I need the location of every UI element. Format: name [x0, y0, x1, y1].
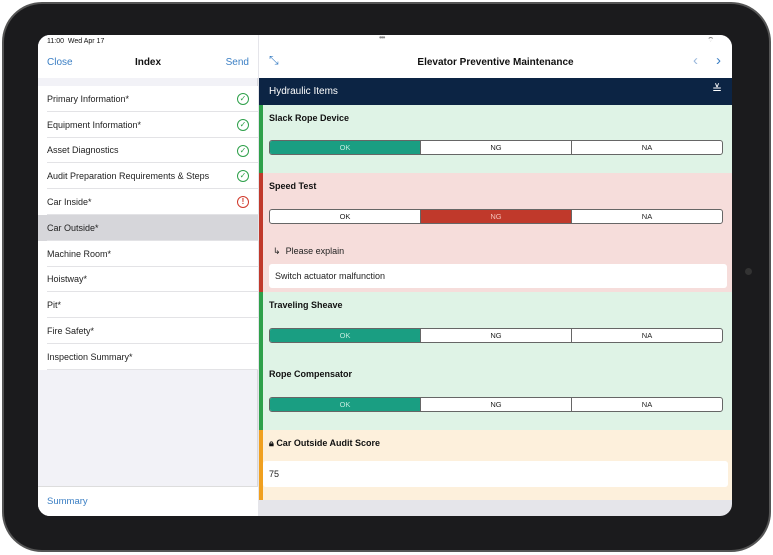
main-pane: ⌔ ••• ⤡ Elevator Preventive Maintenance … — [259, 35, 732, 516]
next-icon[interactable]: › — [716, 52, 721, 69]
sidebar-header: 11:00 Wed Apr 17 Close Index Send — [38, 35, 258, 78]
sidebar-item[interactable]: Inspection Summary* — [38, 344, 258, 370]
sidebar-item-label: Pit* — [47, 300, 62, 311]
sidebar-item-label: Primary Information* — [47, 93, 130, 104]
previous-icon[interactable]: ‹ — [693, 52, 698, 69]
explain-label: Please explain — [285, 246, 345, 256]
sidebar-item-label: Audit Preparation Requirements & Steps — [47, 171, 210, 182]
option-ng[interactable]: NG — [420, 210, 571, 223]
score-title: 🔒︎ Car Outside Audit Score — [269, 438, 380, 449]
item-rope-compensator: Rope Compensator OK NG NA — [259, 361, 732, 430]
send-button[interactable]: Send — [226, 57, 249, 68]
audit-score-section: 🔒︎ Car Outside Audit Score 75 — [259, 430, 732, 500]
explain-input[interactable]: Switch actuator malfunction — [269, 264, 727, 288]
reply-arrow-icon: ↳ — [273, 246, 281, 256]
sidebar-item[interactable]: Audit Preparation Requirements & Steps ✓ — [38, 163, 258, 189]
option-na[interactable]: NA — [571, 141, 722, 154]
main-header: ⌔ ••• ⤡ Elevator Preventive Maintenance … — [259, 35, 732, 78]
check-circle-icon: ✓ — [237, 144, 249, 157]
item-title: Rope Compensator — [269, 369, 353, 379]
option-ok[interactable]: OK — [270, 141, 420, 154]
section-header[interactable]: Hydraulic Items ≚ — [259, 78, 732, 105]
ok-ng-na-control[interactable]: OK NG NA — [269, 140, 723, 155]
sidebar-item[interactable]: Fire Safety* — [38, 318, 258, 344]
sidebar-item-label: Machine Room* — [47, 248, 112, 259]
index-list: Primary Information* ✓ Equipment Informati… — [38, 86, 258, 370]
camera — [745, 268, 752, 275]
collapse-chevrons-icon[interactable]: ≚ — [712, 82, 722, 96]
status-date: Wed Apr 17 — [67, 38, 105, 45]
wifi-icon: ⌔ — [707, 37, 714, 44]
sidebar-item[interactable]: Equipment Information* ✓ — [38, 112, 258, 138]
option-ok[interactable]: OK — [270, 398, 420, 411]
ok-ng-na-control[interactable]: OK NG NA — [269, 209, 723, 224]
sidebar-item[interactable]: Machine Room* — [38, 241, 258, 267]
screen: 11:00 Wed Apr 17 Close Index Send Primar… — [38, 35, 732, 516]
item-traveling-sheave: Traveling Sheave OK NG NA — [259, 292, 732, 361]
sidebar-item[interactable]: Primary Information* ✓ — [38, 86, 258, 112]
more-dots-icon[interactable]: ••• — [379, 35, 393, 42]
item-title: Traveling Sheave — [269, 300, 343, 310]
status-time: 11:00 — [47, 38, 64, 45]
sidebar-item[interactable]: Car Inside*! — [38, 189, 258, 215]
check-circle-icon: ✓ — [237, 118, 249, 131]
ok-ng-na-control[interactable]: OK NG NA — [269, 328, 723, 343]
sidebar-item-label: Car Outside* — [47, 222, 99, 233]
option-na[interactable]: NA — [571, 398, 722, 411]
score-field: 75 — [263, 461, 728, 487]
sidebar-item[interactable]: Hoistway* — [38, 267, 258, 293]
warning-icon: ! — [237, 196, 249, 209]
score-title-text: Car Outside Audit Score — [276, 438, 380, 448]
item-title: Slack Rope Device — [269, 113, 350, 123]
form-title: Elevator Preventive Maintenance — [417, 57, 574, 68]
option-ng[interactable]: NG — [420, 329, 571, 342]
sidebar: 11:00 Wed Apr 17 Close Index Send Primar… — [38, 35, 258, 516]
option-ok[interactable]: OK — [270, 329, 420, 342]
section-title: Hydraulic Items — [269, 86, 338, 97]
sidebar-item-label: Equipment Information* — [47, 119, 142, 130]
sidebar-item-label: Inspection Summary* — [47, 351, 133, 362]
sidebar-item-label: Fire Safety* — [47, 326, 95, 337]
sidebar-item-label: Car Inside* — [47, 197, 92, 208]
option-ng[interactable]: NG — [420, 141, 571, 154]
status-bar: 11:00 Wed Apr 17 — [47, 38, 104, 45]
option-ok[interactable]: OK — [270, 210, 420, 223]
item-title: Speed Test — [269, 181, 317, 191]
item-slack-rope-device: Slack Rope Device OK NG NA — [259, 105, 732, 173]
ok-ng-na-control[interactable]: OK NG NA — [269, 397, 723, 412]
item-speed-test: Speed Test OK NG NA ↳ Please explain Switc… — [259, 173, 732, 292]
option-na[interactable]: NA — [571, 329, 722, 342]
check-circle-icon: ✓ — [237, 93, 249, 105]
sidebar-item[interactable]: Asset Diagnostics ✓ — [38, 138, 258, 164]
summary-button[interactable]: Summary — [38, 486, 258, 516]
sidebar-item-label: Hoistway* — [47, 274, 88, 285]
option-na[interactable]: NA — [571, 210, 722, 223]
option-ng[interactable]: NG — [420, 398, 571, 411]
sidebar-item[interactable]: Car Outside* — [38, 214, 258, 241]
lock-icon: 🔒︎ — [269, 438, 274, 448]
sidebar-item[interactable]: Pit* — [38, 292, 258, 318]
sidebar-item-label: Asset Diagnostics — [47, 145, 119, 156]
check-circle-icon: ✓ — [237, 170, 249, 183]
